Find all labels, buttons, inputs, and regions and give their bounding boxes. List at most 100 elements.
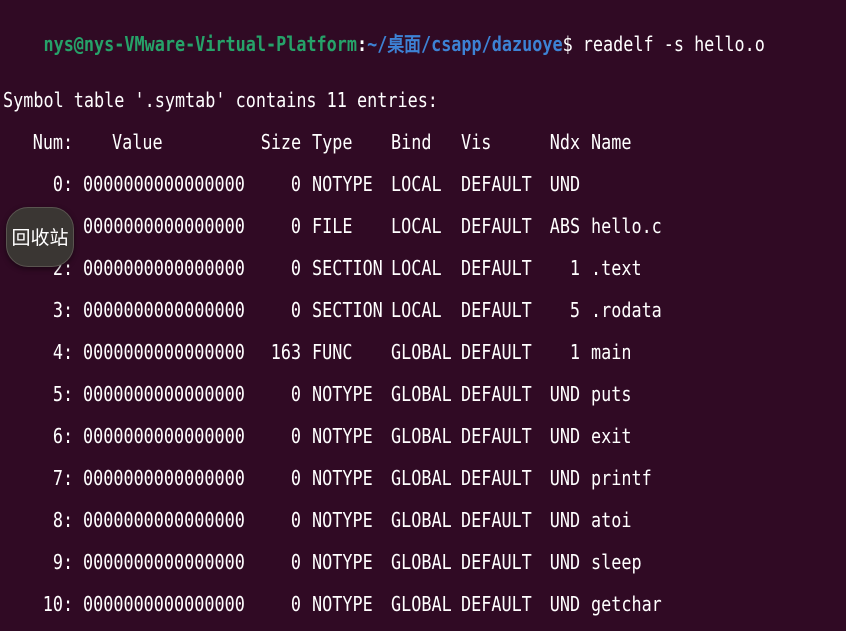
cell-vis: DEFAULT (461, 382, 532, 406)
cell-vis: DEFAULT (461, 592, 532, 616)
cell-bind: GLOBAL (391, 592, 452, 616)
table-row: 5: 0000000000000000 0 NOTYPE GLOBAL DEFAULT UN… (0, 380, 846, 408)
cell-name: main (591, 340, 632, 364)
cell-size: 0 (290, 172, 301, 196)
cell-value: 0000000000000000 (83, 424, 245, 448)
cell-num: 7: (52, 466, 73, 490)
cell-bind: GLOBAL (391, 466, 452, 490)
table-row: 0: 0000000000000000 0 NOTYPE LOCAL DEFAULT UND (0, 170, 846, 198)
prompt-dollar: $ (562, 32, 583, 56)
table-row: 6: 0000000000000000 0 NOTYPE GLOBAL DEFAULT UN… (0, 422, 846, 450)
cell-type: FILE (312, 214, 353, 238)
cell-num: 3: (52, 298, 73, 322)
prompt-colon: : (357, 32, 368, 56)
table-row: 7: 0000000000000000 0 NOTYPE GLOBAL DEFAULT UN… (0, 464, 846, 492)
table-row: 4: 0000000000000000 163 FUNC GLOBAL DEFAULT 1 m… (0, 338, 846, 366)
cell-vis: DEFAULT (461, 424, 532, 448)
header-value: Value (112, 130, 163, 154)
cell-type: NOTYPE (312, 424, 373, 448)
cell-bind: GLOBAL (391, 340, 452, 364)
table-header: Num: Value Size Type Bind Vis Ndx Name (0, 128, 846, 156)
cell-num: 0: (52, 172, 73, 196)
cell-size: 0 (290, 424, 301, 448)
header-num: Num: (32, 130, 73, 154)
header-type: Type (312, 130, 353, 154)
cell-value: 0000000000000000 (83, 592, 245, 616)
table-row: 2: 0000000000000000 0 SECTION LOCAL DEFAULT 1.… (0, 254, 846, 282)
cell-ndx: 1 (569, 340, 580, 364)
cell-value: 0000000000000000 (83, 508, 245, 532)
cell-name: .text (591, 256, 642, 280)
cell-bind: LOCAL (391, 172, 442, 196)
cell-value: 0000000000000000 (83, 466, 245, 490)
prompt-line: nys@nys-VMware-Virtual-Platform:~/桌面/csa… (3, 2, 764, 56)
cell-num: 4: (52, 340, 73, 364)
cell-ndx: ABS (549, 214, 580, 238)
table-row: 1:00000000000000000FILELOCALDEFAULTABShe… (0, 212, 846, 240)
cell-vis: DEFAULT (461, 550, 532, 574)
cell-size: 0 (290, 382, 301, 406)
cell-type: NOTYPE (312, 508, 373, 532)
cell-type: SECTION (312, 298, 383, 322)
cell-vis: DEFAULT (461, 214, 532, 238)
table-row: 8: 0000000000000000 0 NOTYPE GLOBAL DEFAULT UN… (0, 506, 846, 534)
table-row: 3: 0000000000000000 0 SECTION LOCAL DEFAULT 5.… (0, 296, 846, 324)
cell-ndx: 1 (569, 256, 580, 280)
terminal-window[interactable]: nys@nys-VMware-Virtual-Platform:~/桌面/csa… (0, 0, 846, 631)
cell-value: 0000000000000000 (83, 214, 245, 238)
cell-bind: GLOBAL (391, 382, 452, 406)
cell-size: 163 (270, 340, 301, 364)
cell-value: 0000000000000000 (83, 382, 245, 406)
cell-bind: LOCAL (391, 298, 442, 322)
cell-num: 6: (52, 424, 73, 448)
cell-vis: DEFAULT (461, 340, 532, 364)
cell-num: 8: (52, 508, 73, 532)
cell-value: 0000000000000000 (83, 550, 245, 574)
table-row: 10: 0000000000000000 0 NOTYPE GLOBAL DEFAULT U… (0, 590, 846, 618)
cell-ndx: UND (549, 466, 580, 490)
symtab-heading: Symbol table '.symtab' contains 11 entri… (3, 88, 438, 112)
cell-num: 5: (52, 382, 73, 406)
header-bind: Bind (391, 130, 432, 154)
cell-value: 0000000000000000 (83, 340, 245, 364)
cell-ndx: UND (549, 508, 580, 532)
cell-ndx: UND (549, 382, 580, 406)
cell-name: printf (591, 466, 652, 490)
cell-size: 0 (290, 550, 301, 574)
cell-ndx: UND (549, 424, 580, 448)
cell-type: NOTYPE (312, 382, 373, 406)
cell-name: .rodata (591, 298, 662, 322)
cell-bind: GLOBAL (391, 550, 452, 574)
cell-type: FUNC (312, 340, 353, 364)
cell-num: 10: (42, 592, 73, 616)
cell-bind: LOCAL (391, 214, 442, 238)
cell-value: 0000000000000000 (83, 172, 245, 196)
cell-type: SECTION (312, 256, 383, 280)
prompt-user-host: nys@nys-VMware-Virtual-Platform (43, 32, 358, 56)
cell-size: 0 (290, 256, 301, 280)
cell-vis: DEFAULT (461, 298, 532, 322)
cell-bind: LOCAL (391, 256, 442, 280)
cell-name: atoi (591, 508, 632, 532)
cell-size: 0 (290, 508, 301, 532)
cell-value: 0000000000000000 (83, 298, 245, 322)
cell-type: NOTYPE (312, 592, 373, 616)
cell-size: 0 (290, 466, 301, 490)
header-size: Size (260, 130, 301, 154)
trash-tooltip: 回收站 (6, 207, 74, 267)
header-ndx: Ndx (549, 130, 580, 154)
cell-ndx: 5 (569, 298, 580, 322)
header-name: Name (591, 130, 632, 154)
cell-name: getchar (591, 592, 662, 616)
cell-bind: GLOBAL (391, 508, 452, 532)
cell-vis: DEFAULT (461, 508, 532, 532)
table-row: 9: 0000000000000000 0 NOTYPE GLOBAL DEFAULT UN… (0, 548, 846, 576)
cell-vis: DEFAULT (461, 466, 532, 490)
cell-ndx: UND (549, 550, 580, 574)
cell-vis: DEFAULT (461, 172, 532, 196)
cell-size: 0 (290, 592, 301, 616)
cell-size: 0 (290, 298, 301, 322)
cell-value: 0000000000000000 (83, 256, 245, 280)
cell-size: 0 (290, 214, 301, 238)
cell-name: puts (591, 382, 632, 406)
